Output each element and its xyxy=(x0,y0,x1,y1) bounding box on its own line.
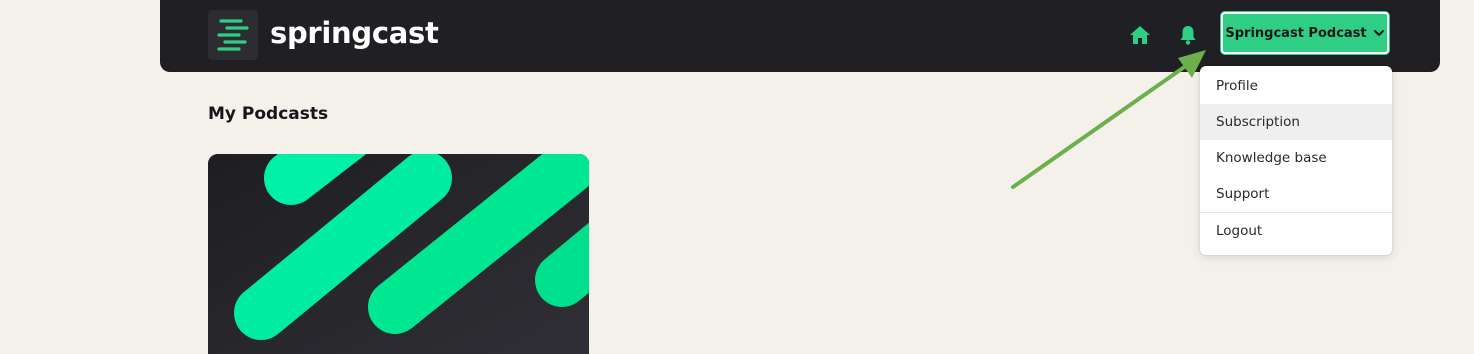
account-dropdown-menu: Profile Subscription Knowledge base Supp… xyxy=(1200,66,1392,255)
brand-name[interactable]: springcast xyxy=(270,10,439,56)
menu-item-profile[interactable]: Profile xyxy=(1200,68,1392,104)
account-menu-label: Springcast Podcast xyxy=(1225,25,1367,41)
menu-item-logout[interactable]: Logout xyxy=(1200,213,1392,249)
top-navbar: springcast Springcast Podcast xyxy=(160,0,1440,72)
podcast-card[interactable] xyxy=(208,154,589,354)
podcast-cover-art xyxy=(208,154,589,354)
chevron-down-icon xyxy=(1373,30,1384,36)
page-title: My Podcasts xyxy=(208,104,329,124)
menu-item-knowledge-base[interactable]: Knowledge base xyxy=(1200,140,1392,176)
menu-item-support[interactable]: Support xyxy=(1200,176,1392,212)
bell-icon[interactable] xyxy=(1177,24,1199,46)
home-icon[interactable] xyxy=(1129,24,1151,46)
menu-item-subscription[interactable]: Subscription xyxy=(1200,104,1392,140)
account-menu-button[interactable]: Springcast Podcast xyxy=(1221,12,1389,54)
springcast-logo-icon[interactable] xyxy=(208,10,258,60)
